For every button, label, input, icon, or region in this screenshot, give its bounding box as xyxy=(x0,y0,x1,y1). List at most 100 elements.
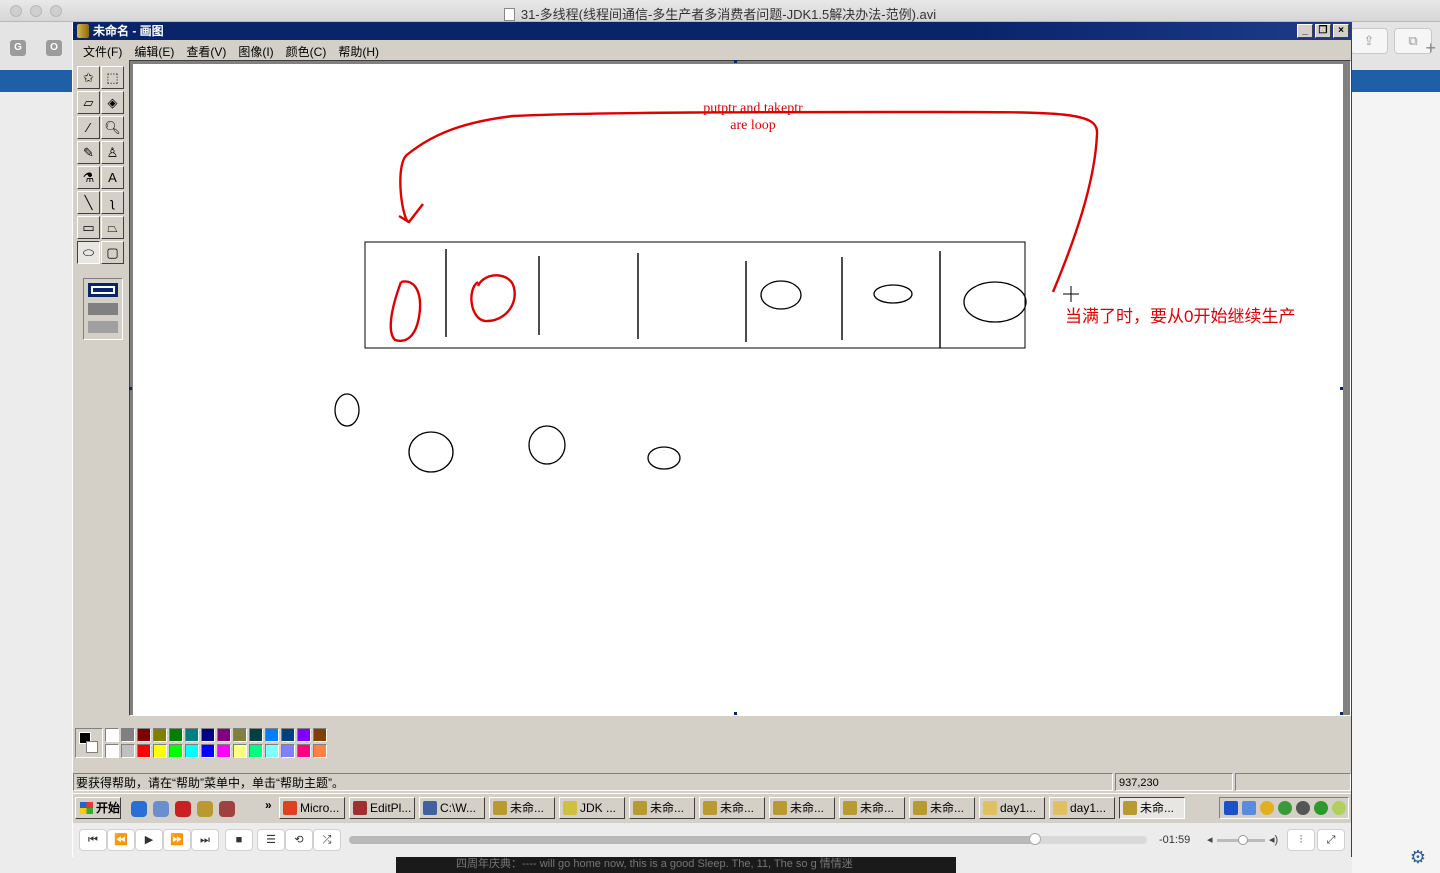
stop-icon[interactable]: ■ xyxy=(225,829,253,851)
color-swatch[interactable] xyxy=(217,744,231,758)
color-swatch[interactable] xyxy=(313,744,327,758)
polygon-icon[interactable]: ⏢ xyxy=(101,216,124,239)
taskbar-task-button[interactable]: C:\W... xyxy=(419,797,485,819)
shuffle-icon[interactable]: ⤮ xyxy=(313,829,341,851)
outline-option[interactable] xyxy=(88,283,118,297)
new-tab-plus-icon[interactable]: + xyxy=(1425,38,1436,59)
color-swatch[interactable] xyxy=(249,744,263,758)
taskbar-task-button[interactable]: 未命... xyxy=(629,797,695,819)
resize-handle[interactable] xyxy=(129,387,132,390)
share-button[interactable]: ⇪ xyxy=(1350,28,1388,54)
brush-icon[interactable]: ♙ xyxy=(101,141,124,164)
color-swatch[interactable] xyxy=(249,728,263,742)
color-swatch[interactable] xyxy=(153,728,167,742)
equalizer-icon[interactable]: ⫶ xyxy=(1287,829,1315,851)
color-swatch[interactable] xyxy=(105,728,119,742)
color-swatch[interactable] xyxy=(153,744,167,758)
free-select-icon[interactable]: ✩ xyxy=(77,66,100,89)
color-swatch[interactable] xyxy=(313,728,327,742)
taskbar-task-button[interactable]: 未命... xyxy=(839,797,905,819)
pencil-icon[interactable]: ✎ xyxy=(77,141,100,164)
resize-handle[interactable] xyxy=(734,712,737,715)
color-swatch[interactable] xyxy=(121,728,135,742)
color-swatch[interactable] xyxy=(281,744,295,758)
color-swatch[interactable] xyxy=(265,728,279,742)
quicklaunch-paint-icon[interactable] xyxy=(197,801,213,817)
menu-view[interactable]: 查看(V) xyxy=(180,40,232,60)
taskbar-task-button[interactable]: 未命... xyxy=(489,797,555,819)
volume-slider[interactable] xyxy=(1217,835,1265,845)
resize-handle[interactable] xyxy=(1340,712,1343,715)
ellipse-icon[interactable]: ⬭ xyxy=(77,241,100,264)
drawing-canvas[interactable]: putptr and takeptr are loop 当满了时，要从0开始继续… xyxy=(133,64,1343,716)
menu-help[interactable]: 帮助(H) xyxy=(332,40,385,60)
eraser-icon[interactable]: ▱ xyxy=(77,91,100,114)
text-tool-icon[interactable]: A xyxy=(101,166,124,189)
magnifier-icon[interactable]: 🔍︎ xyxy=(101,116,124,139)
volume-knob[interactable] xyxy=(1238,835,1249,845)
tray-update-icon[interactable] xyxy=(1260,801,1274,815)
rounded-rect-icon[interactable]: ▢ xyxy=(101,241,124,264)
outline-fill-option[interactable] xyxy=(88,303,118,315)
fill-icon[interactable]: ◈ xyxy=(101,91,124,114)
color-swatch[interactable] xyxy=(105,744,119,758)
quicklaunch-desktop-icon[interactable] xyxy=(153,801,169,817)
menu-file[interactable]: 文件(F) xyxy=(77,40,128,60)
start-button[interactable]: 开始 xyxy=(75,797,121,819)
tray-sound-icon[interactable] xyxy=(1296,801,1310,815)
skip-back-icon[interactable]: ⏮ xyxy=(79,829,107,851)
taskbar-task-button[interactable]: 未命... xyxy=(769,797,835,819)
quicklaunch-app-icon[interactable] xyxy=(219,801,235,817)
pick-color-icon[interactable]: ⁄ xyxy=(77,116,100,139)
menu-edit[interactable]: 编辑(E) xyxy=(128,40,180,60)
taskbar-task-button[interactable]: 未命... xyxy=(1119,797,1185,819)
progress-knob[interactable] xyxy=(1029,833,1042,845)
color-swatch[interactable] xyxy=(137,728,151,742)
color-swatch[interactable] xyxy=(185,744,199,758)
color-swatch[interactable] xyxy=(297,728,311,742)
color-swatch[interactable] xyxy=(281,728,295,742)
rectangle-icon[interactable]: ▭ xyxy=(77,216,100,239)
menu-colors[interactable]: 颜色(C) xyxy=(280,40,333,60)
airbrush-icon[interactable]: ⚗ xyxy=(77,166,100,189)
color-swatch[interactable] xyxy=(265,744,279,758)
color-swatch[interactable] xyxy=(169,744,183,758)
taskbar-task-button[interactable]: Micro... xyxy=(279,797,345,819)
minimize-button[interactable]: _ xyxy=(1297,24,1313,38)
taskbar-task-button[interactable]: JDK ... xyxy=(559,797,625,819)
quicklaunch-chevron-icon[interactable]: » xyxy=(265,798,272,812)
color-swatch[interactable] xyxy=(217,728,231,742)
taskbar-task-button[interactable]: 未命... xyxy=(699,797,765,819)
curve-icon[interactable]: ʅ xyxy=(101,191,124,214)
color-swatch[interactable] xyxy=(185,728,199,742)
quicklaunch-ie-icon[interactable] xyxy=(131,801,147,817)
restore-button[interactable]: ❐ xyxy=(1315,24,1331,38)
favorite-o-icon[interactable]: O xyxy=(46,40,62,56)
tray-shield-icon[interactable] xyxy=(1332,801,1346,815)
playlist-icon[interactable]: ☰ xyxy=(257,829,285,851)
color-swatch[interactable] xyxy=(201,728,215,742)
line-icon[interactable]: ╲ xyxy=(77,191,100,214)
play-icon[interactable]: ▶ xyxy=(135,829,163,851)
resize-handle[interactable] xyxy=(1340,387,1343,390)
color-swatch[interactable] xyxy=(233,744,247,758)
color-swatch[interactable] xyxy=(233,728,247,742)
repeat-icon[interactable]: ⟲ xyxy=(285,829,313,851)
current-colors[interactable] xyxy=(75,728,103,758)
color-swatch[interactable] xyxy=(121,744,135,758)
gear-icon[interactable]: ⚙ xyxy=(1404,843,1432,871)
taskbar-task-button[interactable]: day1... xyxy=(1049,797,1115,819)
tray-qq-icon[interactable] xyxy=(1224,801,1238,815)
color-swatch[interactable] xyxy=(169,728,183,742)
fullscreen-icon[interactable]: ⤢ xyxy=(1317,829,1345,851)
progress-bar[interactable] xyxy=(349,833,1147,845)
tray-network-icon[interactable] xyxy=(1242,801,1256,815)
fast-forward-icon[interactable]: ⏩ xyxy=(163,829,191,851)
taskbar-task-button[interactable]: 未命... xyxy=(909,797,975,819)
fill-only-option[interactable] xyxy=(88,321,118,333)
tray-antivirus-icon[interactable] xyxy=(1278,801,1292,815)
color-swatch[interactable] xyxy=(137,744,151,758)
rewind-icon[interactable]: ⏪ xyxy=(107,829,135,851)
favorite-g-icon[interactable]: G xyxy=(10,40,26,56)
taskbar-task-button[interactable]: EditPl... xyxy=(349,797,415,819)
